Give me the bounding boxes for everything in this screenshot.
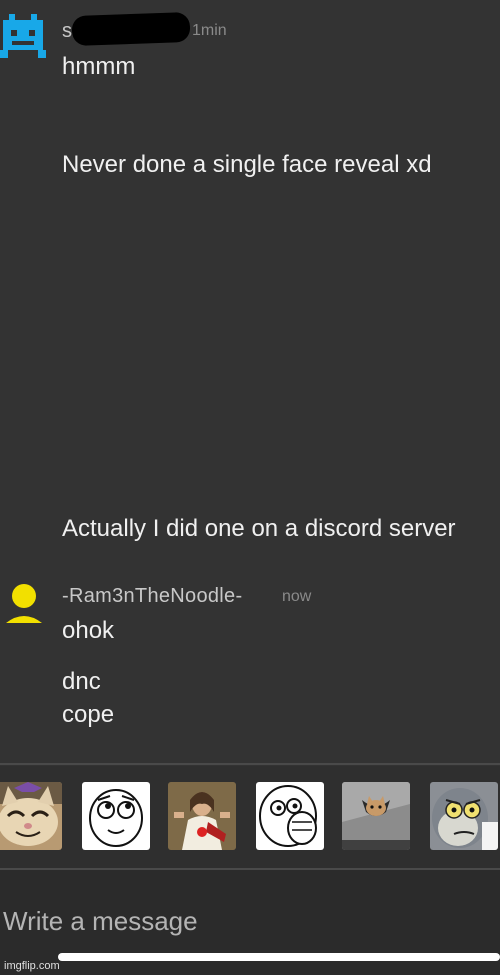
message-text: cope [62, 701, 115, 728]
avatar-robot-icon[interactable] [0, 14, 46, 58]
message-group-2: -Ram3nTheNoodle- now ohok dnc cope [0, 575, 500, 745]
derp-face-sticker[interactable] [82, 782, 150, 850]
watermark: imgflip.com [4, 960, 60, 972]
username[interactable]: -Ram3nTheNoodle- [62, 585, 242, 608]
ceiling-cat-sticker[interactable] [342, 782, 410, 850]
home-indicator-bar [58, 953, 500, 961]
username[interactable]: s [62, 20, 72, 43]
message-timestamp: now [282, 588, 312, 605]
avatar-user-icon[interactable] [4, 583, 44, 623]
message-group-1: s 1min hmmm Never done a single face rev… [0, 0, 500, 560]
buddy-christ-sticker[interactable] [168, 782, 236, 850]
redaction-scribble [71, 11, 191, 47]
message-timestamp: 1min [192, 22, 227, 39]
message-text: dnc [62, 668, 101, 695]
message-text: hmmm [62, 53, 136, 80]
lol-face-sticker[interactable] [256, 782, 324, 850]
message-text: ohok [62, 617, 115, 644]
sticker-bar [0, 766, 500, 868]
message-text: Never done a single face reveal xd [62, 151, 432, 178]
unsettled-tom-sticker[interactable] [430, 782, 498, 850]
message-text: Actually I did one on a discord server [62, 515, 456, 542]
message-input[interactable] [0, 896, 463, 946]
happy-cat-sticker[interactable] [0, 782, 62, 850]
divider [0, 763, 500, 765]
